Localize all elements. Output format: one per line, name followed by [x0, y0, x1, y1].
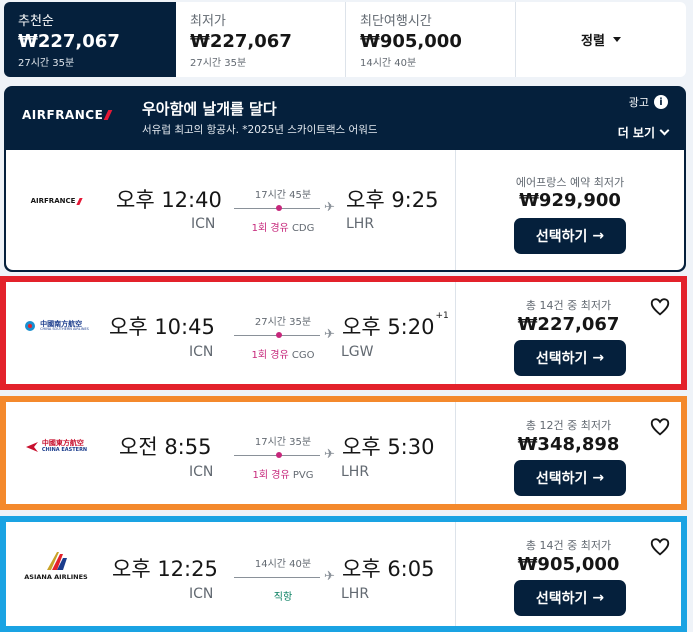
arrival-time: 오후 6:05	[342, 557, 435, 581]
departure-airport: ICN	[189, 586, 214, 602]
tab-price: ₩227,067	[18, 31, 120, 52]
ad-tagline: 우아함에 날개를 달다	[142, 100, 277, 118]
stop-info: 1회 경유 PVG	[228, 466, 338, 481]
china-southern-logo: 中國南方航空 CHINA SOUTHERN AIRLINES	[20, 320, 92, 332]
airfrance-small-logo: AIRFRANCE	[20, 197, 92, 205]
price: ₩227,067	[517, 314, 620, 335]
tab-cheapest[interactable]: 최저가 ₩227,067 27시간 35분	[176, 2, 346, 77]
price-label: 총 14건 중 최저가	[525, 299, 612, 312]
sort-label: 정렬	[581, 34, 605, 49]
stop-count: 1회 경유	[251, 350, 289, 361]
tab-label: 최저가	[190, 14, 226, 29]
kapok-flower-icon	[25, 321, 36, 331]
sort-dropdown[interactable]: 정렬	[516, 2, 686, 77]
asiana-wing-icon	[47, 552, 67, 570]
price-label: 총 12건 중 최저가	[525, 419, 612, 432]
arrival-airport: LGW	[341, 344, 374, 360]
tab-duration: 14시간 40분	[360, 58, 417, 69]
ad-subline: 서유럽 최고의 항공사. *2025년 스카이트랙스 어워드	[142, 124, 378, 136]
departure-time: 오후 12:40	[116, 188, 222, 212]
flight-duration: 14시간 40분	[254, 559, 312, 570]
ad-info[interactable]: 광고 i	[629, 94, 668, 110]
stop-count: 1회 경유	[252, 470, 290, 481]
stop-dot	[276, 205, 282, 211]
price-label: 총 14건 중 최저가	[525, 539, 612, 552]
arrival-time: 오후 5:30	[342, 435, 435, 459]
select-button[interactable]: 선택하기 →	[514, 340, 626, 376]
arrival-time: 오후 9:25	[346, 188, 439, 212]
arrival-airport: LHR	[341, 464, 370, 480]
result-card[interactable]: 中國東方航空 CHINA EASTERN 오전 8:55 ICN 17시간 35…	[6, 402, 681, 504]
plane-icon: ✈	[324, 200, 335, 215]
flight-duration: 17시간 45분	[254, 190, 312, 201]
airfrance-ad: AIRFRANCE 우아함에 날개를 달다 서유럽 최고의 항공사. *2025…	[4, 86, 686, 272]
nonstop-label: 직항	[273, 592, 293, 603]
heart-icon[interactable]	[649, 536, 671, 558]
info-icon: i	[654, 95, 668, 109]
tab-duration: 27시간 35분	[18, 58, 75, 69]
ad-more-label: 더 보기	[617, 126, 655, 140]
select-button[interactable]: 선택하기 →	[514, 580, 626, 616]
stop-airport: CGO	[291, 350, 315, 361]
ad-label: 광고	[628, 96, 649, 109]
ad-more-button[interactable]: 더 보기	[617, 124, 670, 141]
stop-count: 1회 경유	[251, 223, 289, 234]
day-offset: +1	[435, 311, 449, 321]
arrival-airport: LHR	[346, 216, 375, 232]
result-card[interactable]: 中國南方航空 CHINA SOUTHERN AIRLINES 오후 10:45 …	[6, 282, 681, 384]
price: ₩348,898	[517, 434, 620, 455]
result-card-frame: 中國東方航空 CHINA EASTERN 오전 8:55 ICN 17시간 35…	[0, 396, 687, 510]
departure-time: 오전 8:55	[119, 435, 212, 459]
plane-icon: ✈	[324, 447, 335, 462]
price-label: 에어프랑스 예약 최저가	[515, 176, 625, 189]
select-button[interactable]: 선택하기 →	[514, 460, 626, 496]
select-button[interactable]: 선택하기 →	[514, 218, 626, 254]
arrival-time: 오후 5:20+1	[342, 311, 449, 339]
ad-flight-card[interactable]: AIRFRANCE 오후 12:40 ICN 17시간 45분 ✈ 1회 경유 …	[6, 150, 684, 270]
tab-label: 추천순	[18, 14, 54, 29]
result-card-frame: ASIANA AIRLINES 오후 12:25 ICN 14시간 40분 ✈ …	[0, 516, 687, 632]
departure-airport: ICN	[189, 344, 214, 360]
stop-info: 직항	[228, 588, 338, 603]
plane-icon: ✈	[324, 569, 335, 584]
result-card[interactable]: ASIANA AIRLINES 오후 12:25 ICN 14시간 40분 ✈ …	[6, 522, 681, 626]
departure-time: 오후 10:45	[109, 315, 215, 339]
plane-icon: ✈	[324, 327, 335, 342]
tab-recommended[interactable]: 추천순 ₩227,067 27시간 35분	[4, 2, 176, 77]
route-line	[234, 577, 320, 578]
chevron-down-icon	[659, 125, 670, 136]
tab-price: ₩227,067	[190, 31, 292, 52]
stop-dot	[276, 452, 282, 458]
heart-icon[interactable]	[649, 416, 671, 438]
stop-airport: PVG	[292, 470, 314, 481]
stop-info: 1회 경유 CDG	[228, 219, 338, 234]
stop-info: 1회 경유 CGO	[228, 346, 338, 361]
heart-icon[interactable]	[649, 296, 671, 318]
price: ₩905,000	[517, 554, 620, 575]
departure-airport: ICN	[191, 216, 216, 232]
departure-time: 오후 12:25	[112, 557, 218, 581]
flight-duration: 17시간 35분	[254, 437, 312, 448]
results-page: 추천순 ₩227,067 27시간 35분 최저가 ₩227,067 27시간 …	[0, 0, 693, 632]
ad-header: AIRFRANCE 우아함에 날개를 달다 서유럽 최고의 항공사. *2025…	[4, 86, 686, 150]
stop-airport: CDG	[291, 223, 315, 234]
departure-airport: ICN	[189, 464, 214, 480]
flight-duration: 27시간 35분	[254, 317, 312, 328]
arrival-airport: LHR	[341, 586, 370, 602]
sort-tabs: 추천순 ₩227,067 27시간 35분 최저가 ₩227,067 27시간 …	[4, 2, 686, 77]
result-card-frame: 中國南方航空 CHINA SOUTHERN AIRLINES 오후 10:45 …	[0, 276, 687, 390]
tab-fastest[interactable]: 최단여행시간 ₩905,000 14시간 40분	[346, 2, 516, 77]
caret-down-icon	[612, 37, 621, 42]
swallow-icon	[25, 441, 38, 452]
tab-label: 최단여행시간	[360, 14, 432, 29]
stop-dot	[276, 332, 282, 338]
price: ₩929,900	[519, 190, 621, 211]
asiana-logo: ASIANA AIRLINES	[20, 552, 92, 581]
china-eastern-logo: 中國東方航空 CHINA EASTERN	[20, 439, 92, 453]
tab-price: ₩905,000	[360, 31, 462, 52]
tab-duration: 27시간 35분	[190, 58, 247, 69]
airfrance-logo: AIRFRANCE	[22, 108, 113, 122]
